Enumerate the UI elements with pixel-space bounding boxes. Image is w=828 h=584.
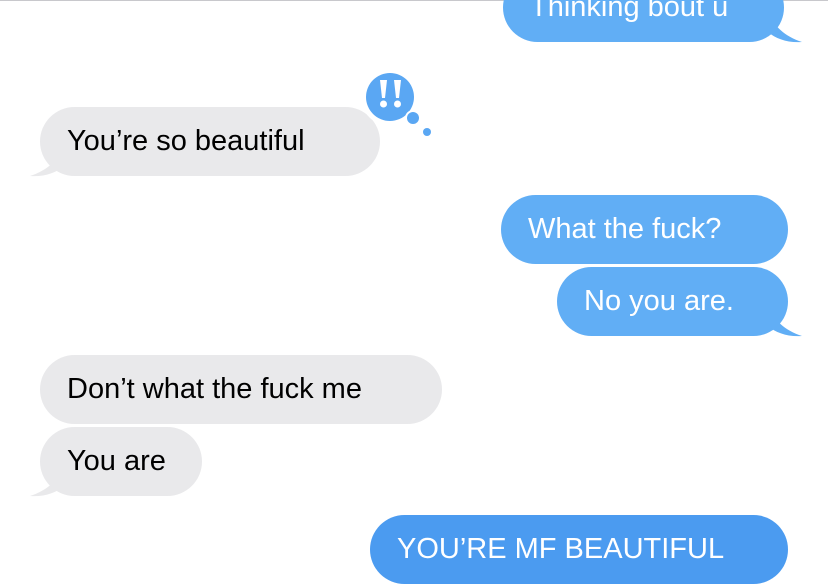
sent-message-bubble[interactable]: Thinking bout u <box>503 0 784 42</box>
message-text: You’re so beautiful <box>67 125 305 157</box>
sent-message-bubble[interactable]: What the fuck? <box>501 195 788 264</box>
received-message-bubble[interactable]: You are <box>40 427 202 496</box>
received-bubble-tail <box>30 146 64 177</box>
double-exclamation-icon <box>361 68 432 137</box>
message-text: YOU’RE MF BEAUTIFUL <box>397 533 725 565</box>
message-text: No you are. <box>584 285 734 317</box>
received-message-bubble[interactable]: You’re so beautiful <box>40 107 380 176</box>
sent-message-bubble[interactable]: YOU’RE MF BEAUTIFUL <box>370 515 788 584</box>
message-text: You are <box>67 445 166 477</box>
received-bubble-tail <box>30 466 64 497</box>
tapback-reaction[interactable] <box>356 66 436 138</box>
received-message-bubble[interactable]: Don’t what the fuck me <box>40 355 442 424</box>
message-text: Don’t what the fuck me <box>67 373 362 405</box>
sent-bubble-tail <box>768 12 802 43</box>
sent-message-bubble[interactable]: No you are. <box>557 267 788 336</box>
message-text: Thinking bout u <box>530 0 729 23</box>
message-text: What the fuck? <box>528 213 722 245</box>
sent-bubble-tail <box>768 306 802 337</box>
